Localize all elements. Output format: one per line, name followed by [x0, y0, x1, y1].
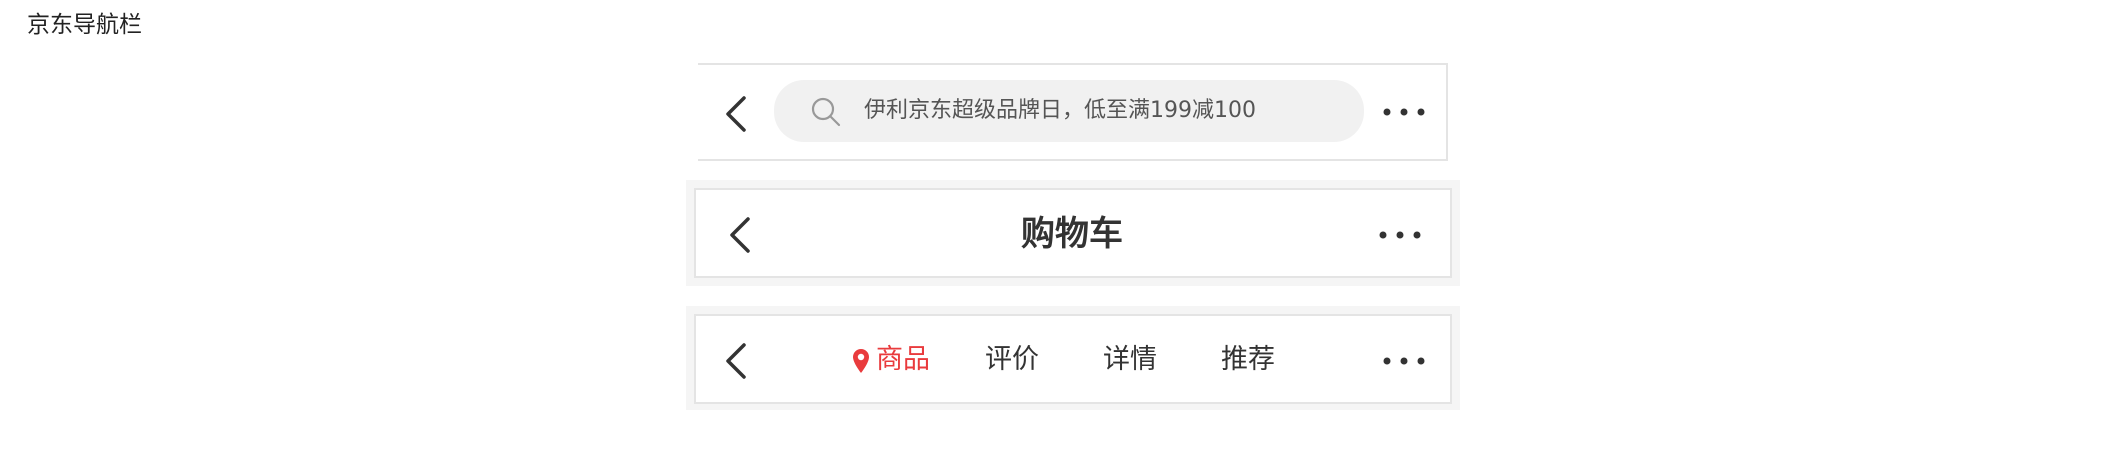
search-input[interactable]: 伊利京东超级品牌日，低至满199减100 — [774, 80, 1364, 142]
tab-reviews[interactable]: 评价 — [985, 342, 1039, 378]
search-nav-bar: 伊利京东超级品牌日，低至满199减100 — [698, 63, 1448, 161]
tab-recommend[interactable]: 推荐 — [1221, 342, 1275, 378]
chevron-left-icon[interactable] — [728, 216, 752, 254]
product-nav-bar: 商品 评价 详情 推荐 — [694, 314, 1452, 404]
location-pin-icon — [853, 349, 869, 373]
chevron-left-icon[interactable] — [724, 95, 748, 133]
page-title: 京东导航栏 — [27, 12, 142, 38]
product-nav-frame: 商品 评价 详情 推荐 — [686, 306, 1460, 410]
tab-product[interactable]: 商品 — [852, 342, 942, 382]
search-placeholder: 伊利京东超级品牌日，低至满199减100 — [864, 98, 1256, 123]
more-horizontal-icon[interactable] — [1382, 356, 1426, 366]
cart-nav-bar: 购物车 — [694, 188, 1452, 278]
page: 京东导航栏 伊利京东超级品牌日，低至满199减100 购物车 商品 评价 详情 … — [0, 0, 2126, 452]
tab-product-label: 商品 — [876, 344, 930, 375]
cart-title: 购物车 — [1021, 214, 1123, 254]
chevron-left-icon[interactable] — [724, 342, 748, 380]
more-horizontal-icon[interactable] — [1378, 230, 1422, 240]
more-horizontal-icon[interactable] — [1382, 107, 1426, 117]
cart-nav-frame: 购物车 — [686, 180, 1460, 286]
search-icon — [811, 97, 841, 127]
tab-details[interactable]: 详情 — [1103, 342, 1157, 378]
